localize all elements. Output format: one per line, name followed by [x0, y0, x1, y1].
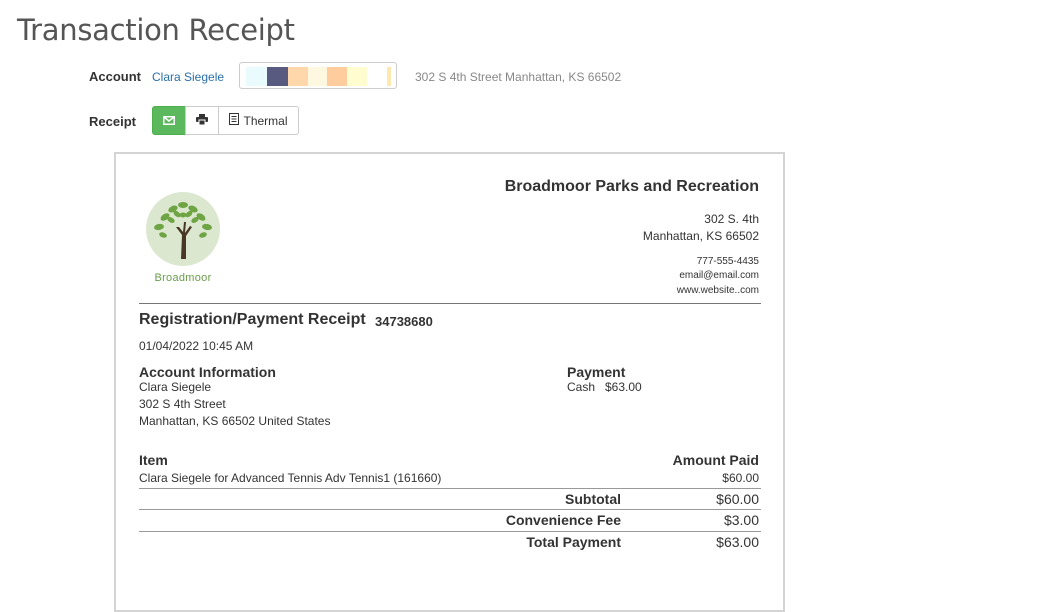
subtotal-value: $60.00	[716, 491, 759, 507]
receipt-date: 01/04/2022 10:45 AM	[139, 339, 254, 353]
account-info-street: 302 S 4th Street	[139, 397, 226, 411]
subtotal-label: Subtotal	[565, 491, 621, 507]
color-swatch	[327, 67, 347, 86]
receipt-title: Registration/Payment Receipt	[139, 311, 366, 328]
subtotal-divider	[139, 509, 761, 510]
account-color-bar	[239, 62, 397, 89]
payment-method: Cash	[567, 380, 596, 394]
org-website: www.website..com	[676, 285, 759, 296]
line-item-amount: $60.00	[722, 471, 759, 485]
thermal-button-label: Thermal	[243, 113, 288, 128]
print-receipt-button[interactable]	[185, 106, 219, 135]
color-swatch	[267, 67, 288, 86]
line-item-description: Clara Siegele for Advanced Tennis Adv Te…	[139, 471, 442, 485]
organization-name: Broadmoor Parks and Recreation	[504, 178, 759, 195]
email-receipt-button[interactable]	[152, 106, 186, 135]
total-payment-label: Total Payment	[526, 534, 621, 550]
org-address-line1: 302 S. 4th	[704, 212, 759, 226]
total-payment-value: $63.00	[716, 534, 759, 550]
printer-icon	[196, 113, 208, 128]
account-name-link[interactable]: Clara Siegele	[152, 70, 224, 84]
receipt-number: 34738680	[375, 314, 433, 329]
envelope-icon	[163, 114, 175, 128]
fee-divider	[139, 531, 761, 532]
logo-text: Broadmoor	[154, 272, 212, 284]
header-divider	[139, 303, 761, 304]
receipt-preview: Broadmoor Broadmoor Parks and Recreation…	[114, 152, 785, 612]
color-swatch	[246, 67, 267, 86]
org-email: email@email.com	[679, 270, 759, 281]
color-swatch	[347, 67, 367, 86]
account-address: 302 S 4th Street Manhattan, KS 66502	[415, 70, 622, 84]
thermal-receipt-button[interactable]: Thermal	[218, 106, 299, 135]
account-info-heading: Account Information	[139, 364, 276, 380]
account-info-city: Manhattan, KS 66502 United States	[139, 414, 331, 428]
items-header-item: Item	[139, 452, 168, 468]
document-icon	[229, 113, 240, 128]
receipt-action-buttons: Thermal	[152, 106, 299, 135]
account-info-name: Clara Siegele	[139, 380, 212, 394]
convenience-fee-value: $3.00	[723, 512, 759, 528]
color-swatch	[288, 67, 308, 86]
account-label: Account	[89, 69, 141, 84]
items-divider	[139, 488, 761, 489]
payment-heading: Payment	[567, 364, 626, 380]
org-address-line2: Manhattan, KS 66502	[642, 229, 759, 243]
color-swatch	[308, 67, 327, 86]
receipt-label: Receipt	[89, 114, 136, 129]
convenience-fee-label: Convenience Fee	[505, 512, 621, 528]
page-title: Transaction Receipt	[17, 13, 295, 47]
items-header-amount: Amount Paid	[672, 452, 759, 468]
color-swatch	[387, 67, 391, 86]
payment-amount: $63.00	[605, 380, 642, 394]
org-phone: 777-555-4435	[696, 256, 759, 267]
